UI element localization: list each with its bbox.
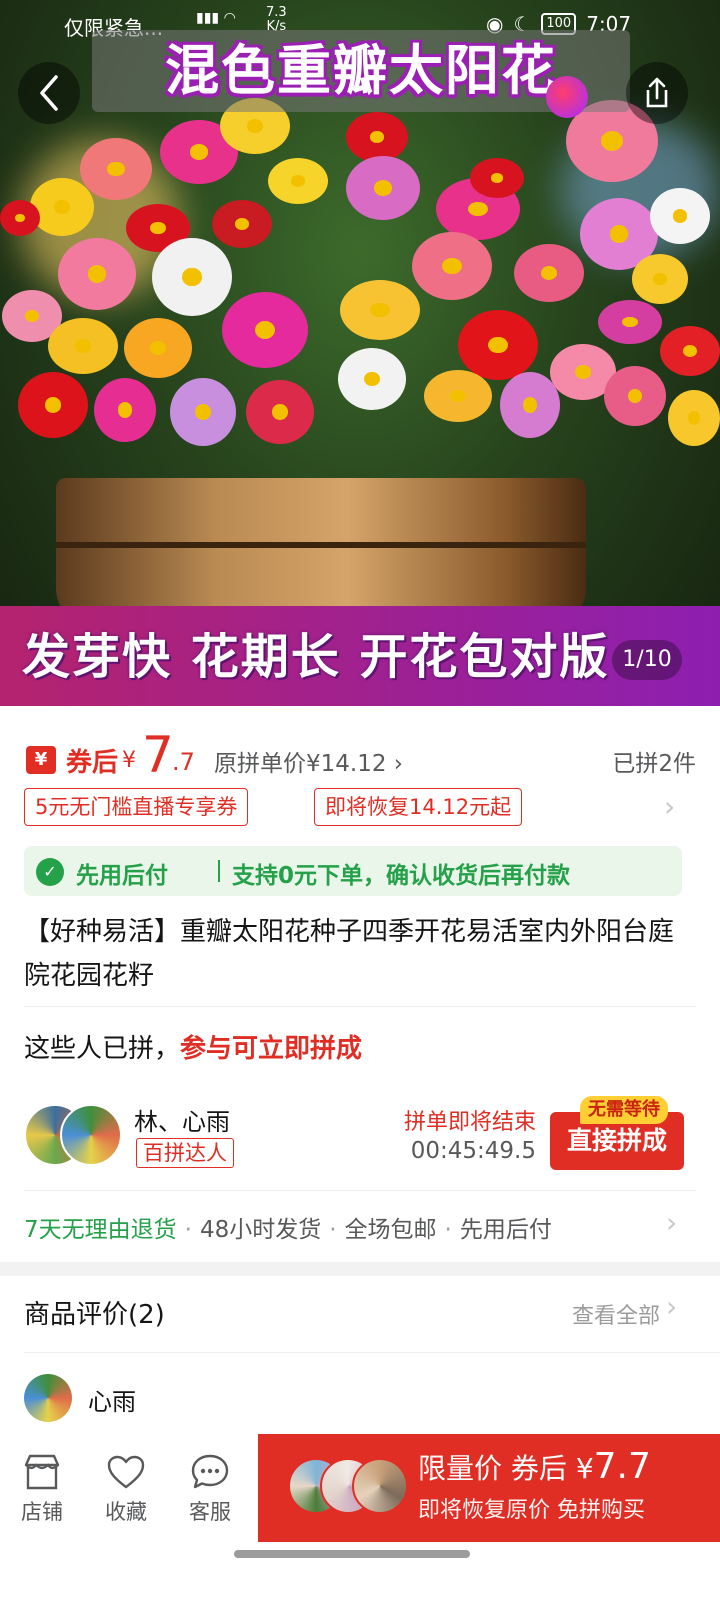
yen-badge-icon: ¥ [26, 746, 56, 774]
group-ending-text: 拼单即将结束 [403, 1110, 536, 1135]
store-label: 店铺 [21, 1500, 63, 1524]
share-icon [646, 77, 668, 108]
pay-later-desc: 支持0元下单，确认收货后再付款 [232, 863, 571, 889]
view-all-reviews-link[interactable]: 查看全部 [572, 1298, 660, 1330]
share-button[interactable] [626, 62, 688, 124]
group-buy-row[interactable]: 林、心雨 百拼达人 拼单即将结束 00:45:49.5 直接拼成 无需等待 [24, 1096, 684, 1174]
pay-later-icon: ✓ [36, 858, 64, 886]
price-decimal: .7 [172, 748, 195, 776]
reviews-section: 商品评价(2) 查看全部 › 心雨 [0, 1276, 720, 1436]
heart-icon [107, 1455, 145, 1489]
store-button[interactable]: 店铺 [2, 1450, 82, 1526]
avatar [60, 1104, 122, 1166]
service-item: 全场包邮 [344, 1217, 437, 1243]
chevron-right-icon[interactable]: › [664, 790, 675, 823]
chevron-right-icon[interactable]: › [666, 1206, 677, 1239]
buy-price: 7.7 [593, 1446, 651, 1487]
signal-icon: ▮▮▮ ◠ [196, 10, 236, 26]
product-image-carousel[interactable]: 仅限紧急... ▮▮▮ ◠ 7.3 K/s ◉ ☾ 100 7:07 混色重瓣太阳… [0, 0, 720, 720]
bottom-action-bar: 店铺 收藏 客服 限量价 券后 ¥7.7 即将恢复原价 免拼购买 [0, 1434, 720, 1600]
divider [24, 1190, 696, 1191]
original-price-link[interactable]: 原拼单价¥14.12 › [214, 744, 403, 778]
divider [24, 1352, 720, 1353]
group-member-names: 林、心雨 [134, 1108, 230, 1136]
divider [218, 860, 220, 882]
product-title: 【好种易活】重瓣太阳花种子四季开花易活室内外阳台庭院花园花籽 [24, 917, 675, 991]
service-item: 48小时发货 [199, 1217, 322, 1243]
customer-service-button[interactable]: 客服 [170, 1450, 250, 1526]
price-integer: 7 [142, 726, 174, 784]
network-speed-value: 7.3 [266, 5, 287, 20]
back-button[interactable] [18, 62, 80, 124]
avatar [352, 1458, 408, 1514]
favorite-button[interactable]: 收藏 [86, 1450, 166, 1526]
service-item: 先用后付 [459, 1217, 552, 1243]
sold-count: 已拼2件 [612, 751, 696, 777]
buy-currency: ¥ [575, 1452, 594, 1485]
group-heading: 这些人已拼，参与可立即拼成 [24, 1028, 362, 1065]
original-price: 原拼单价¥14.12 [214, 751, 387, 777]
reviews-title: 商品评价(2) [24, 1300, 165, 1330]
buy-price-prefix: 限量价 券后 [418, 1452, 567, 1485]
chat-bubble-icon [191, 1454, 229, 1489]
group-heading-plain: 这些人已拼， [24, 1034, 181, 1064]
price-row: ¥ 券后 ¥ 7 .7 原拼单价¥14.12 › 已拼2件 [24, 726, 696, 792]
avatar [24, 1374, 72, 1422]
coupon-tags[interactable]: 5元无门槛直播专享券 即将恢复14.12元起 › [24, 788, 696, 828]
buy-subtitle: 即将恢复原价 免拼购买 [418, 1498, 645, 1523]
service-guarantees[interactable]: 7天无理由退货 · 48小时发货 · 全场包邮 · 先用后付 [24, 1210, 552, 1244]
buy-price-line: 限量价 券后 ¥7.7 [418, 1446, 651, 1487]
restore-price-tag[interactable]: 即将恢复14.12元起 [314, 788, 523, 826]
product-info-card: ¥ 券后 ¥ 7 .7 原拼单价¥14.12 › 已拼2件 5元无门槛直播专享券… [0, 706, 720, 1262]
store-icon [24, 1454, 60, 1490]
coupon-price-label: 券后 [66, 748, 119, 778]
chevron-right-icon: › [386, 751, 403, 777]
service-item: 7天无理由退货 [24, 1217, 177, 1243]
group-avatars [24, 1104, 124, 1168]
reviewer-name: 心雨 [88, 1388, 136, 1416]
price-currency: ¥ [122, 748, 136, 773]
chevron-left-icon [40, 75, 58, 111]
divider [24, 1006, 696, 1007]
favorite-label: 收藏 [105, 1500, 147, 1524]
home-indicator[interactable] [234, 1550, 470, 1558]
floating-app-icon[interactable] [546, 76, 588, 118]
chevron-right-icon[interactable]: › [666, 1290, 677, 1323]
customer-service-label: 客服 [189, 1500, 231, 1524]
buyer-avatars [288, 1458, 408, 1518]
buy-now-button[interactable]: 限量价 券后 ¥7.7 即将恢复原价 免拼购买 [258, 1434, 720, 1542]
image-pager: 1/10 [612, 640, 682, 680]
pay-later-banner[interactable]: ✓ 先用后付 支持0元下单，确认收货后再付款 [24, 846, 682, 896]
no-wait-badge: 无需等待 [580, 1096, 668, 1124]
coupon-tag[interactable]: 5元无门槛直播专享券 [24, 788, 249, 826]
group-countdown: 00:45:49.5 [410, 1138, 536, 1164]
group-member-badge: 百拼达人 [136, 1138, 234, 1168]
pay-later-label: 先用后付 [76, 863, 168, 889]
group-heading-highlight: 参与可立即拼成 [180, 1034, 363, 1064]
